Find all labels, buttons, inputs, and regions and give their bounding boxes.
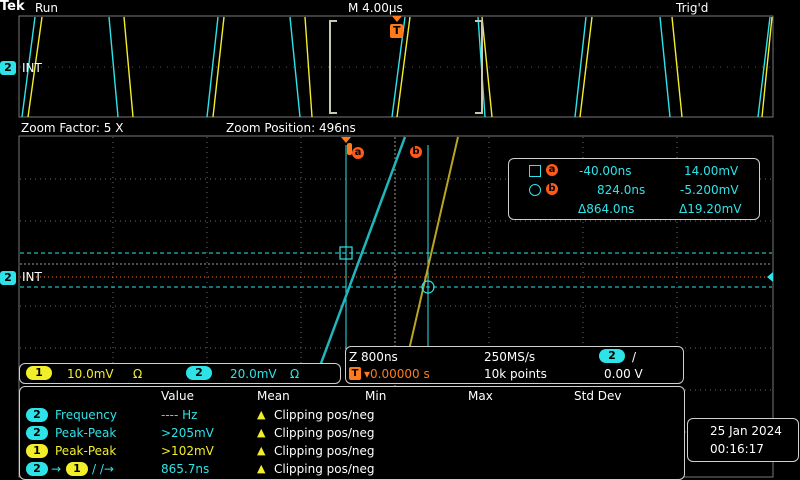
zoom-position: Zoom Position: 496ns: [226, 121, 356, 135]
col-header-min: Min: [365, 389, 387, 403]
trigger-flag-label: T: [393, 24, 401, 37]
ch2-marker-badge: 2: [0, 61, 16, 75]
row-status: Clipping pos/neg: [274, 444, 375, 458]
row-arrow: →: [51, 462, 62, 476]
zoom-bracket: [329, 20, 483, 114]
row-value: >102mV: [161, 444, 214, 458]
time-label: 00:16:17: [710, 442, 764, 456]
date-label: 25 Jan 2024: [710, 424, 782, 438]
trigger-slope: /: [632, 350, 637, 364]
sample-rate: 250MS/s: [484, 350, 536, 364]
cursor-a-label[interactable]: a: [347, 143, 364, 159]
channel-scale-panel[interactable]: 1 10.0mV Ω 2 20.0mV Ω: [19, 363, 341, 384]
row-channel-badge: 1: [26, 444, 48, 458]
cursor-b-time: 824.0ns: [597, 183, 646, 197]
zoom-factor: Zoom Factor: 5 X: [21, 121, 124, 135]
acquisition-panel[interactable]: Z 800ns 250MS/s 2 / T ▾0.00000 s 10k poi…: [345, 346, 684, 384]
cursor-b-value: -5.200mV: [680, 183, 739, 197]
zoom-scale: Z 800ns: [349, 350, 398, 364]
row-value: >205mV: [161, 426, 214, 440]
cursor-delta-time: Δ864.0ns: [578, 202, 635, 216]
row-channel-badge: 2: [26, 462, 48, 476]
row-value: ---- Hz: [161, 408, 198, 422]
row-status: Clipping pos/neg: [274, 462, 375, 476]
trigger-arrow: [392, 16, 402, 22]
datetime-panel: 25 Jan 2024 00:16:17: [687, 418, 799, 462]
row-status: Clipping pos/neg: [274, 426, 375, 440]
cursor-a-value: 14.00mV: [684, 164, 739, 178]
row-status: Clipping pos/neg: [274, 408, 375, 422]
row-channel-badge: 2: [26, 426, 48, 440]
cursor-readout-panel: a -40.00ns 14.00mV b 824.0ns -5.200mV Δ8…: [508, 158, 760, 220]
cursor-a-badge: a: [546, 164, 558, 176]
col-header-mean: Mean: [257, 389, 290, 403]
warning-icon: ▲: [257, 462, 266, 475]
cursor-b-badge: b: [546, 183, 558, 195]
warning-icon: ▲: [257, 444, 266, 457]
trigger-level: 0.00 V: [604, 367, 643, 381]
main-ch2-marker[interactable]: 2: [0, 270, 16, 285]
measurement-row[interactable]: 1 Peak-Peak >102mV ▲ Clipping pos/neg: [26, 444, 676, 460]
col-header-stddev: Std Dev: [574, 389, 622, 403]
col-header-value: Value: [161, 389, 194, 403]
ch1-coupling: Ω: [133, 367, 143, 381]
overview-ch2-marker[interactable]: 2: [0, 60, 16, 75]
ch2-marker-badge-main: 2: [0, 271, 16, 285]
measurement-row[interactable]: 2 Peak-Peak >205mV ▲ Clipping pos/neg: [26, 426, 676, 442]
record-length: 10k points: [484, 367, 547, 381]
measurement-row[interactable]: 2 → 1 / /→ 865.7ns ▲ Clipping pos/neg: [26, 462, 676, 478]
overview-channel-label: INT: [22, 61, 42, 75]
measurement-row[interactable]: 2 Frequency ---- Hz ▲ Clipping pos/neg: [26, 408, 676, 424]
warning-icon: ▲: [257, 408, 266, 421]
cursor-delta-value: Δ19.20mV: [679, 202, 742, 216]
row-measurement-name: Peak-Peak: [55, 426, 117, 440]
square-cursor-icon: [529, 165, 541, 177]
row-channel-badge: 2: [26, 408, 48, 422]
trigger-level-arrow: [767, 272, 773, 282]
ch2-badge[interactable]: 2: [186, 366, 212, 380]
ch2-coupling: Ω: [290, 367, 300, 381]
main-ch1-trace: [408, 136, 459, 351]
ch1-scale: 10.0mV: [67, 367, 114, 381]
cursor-a-time: -40.00ns: [579, 164, 632, 178]
main-channel-label: INT: [22, 270, 42, 284]
row-measurement-name: Frequency: [55, 408, 117, 422]
ch2-scale: 20.0mV: [230, 367, 277, 381]
main-ch2-trace: [318, 136, 407, 367]
cursor-b-label[interactable]: b: [410, 143, 422, 158]
row-edge-type: / /→: [92, 462, 114, 476]
warning-icon: ▲: [257, 426, 266, 439]
measurement-panel[interactable]: Value Mean Min Max Std Dev 2 Frequency -…: [19, 386, 685, 480]
trigger-source-badge[interactable]: 2: [599, 349, 625, 363]
row-target-channel-badge: 1: [66, 462, 88, 476]
row-measurement-name: Peak-Peak: [55, 444, 117, 458]
col-header-max: Max: [468, 389, 493, 403]
trigger-position: ▾0.00000 s: [364, 367, 430, 381]
ch1-badge[interactable]: 1: [26, 366, 52, 380]
row-value: 865.7ns: [161, 462, 210, 476]
trigger-position-icon: T: [349, 367, 361, 380]
circle-cursor-icon: [529, 184, 541, 196]
